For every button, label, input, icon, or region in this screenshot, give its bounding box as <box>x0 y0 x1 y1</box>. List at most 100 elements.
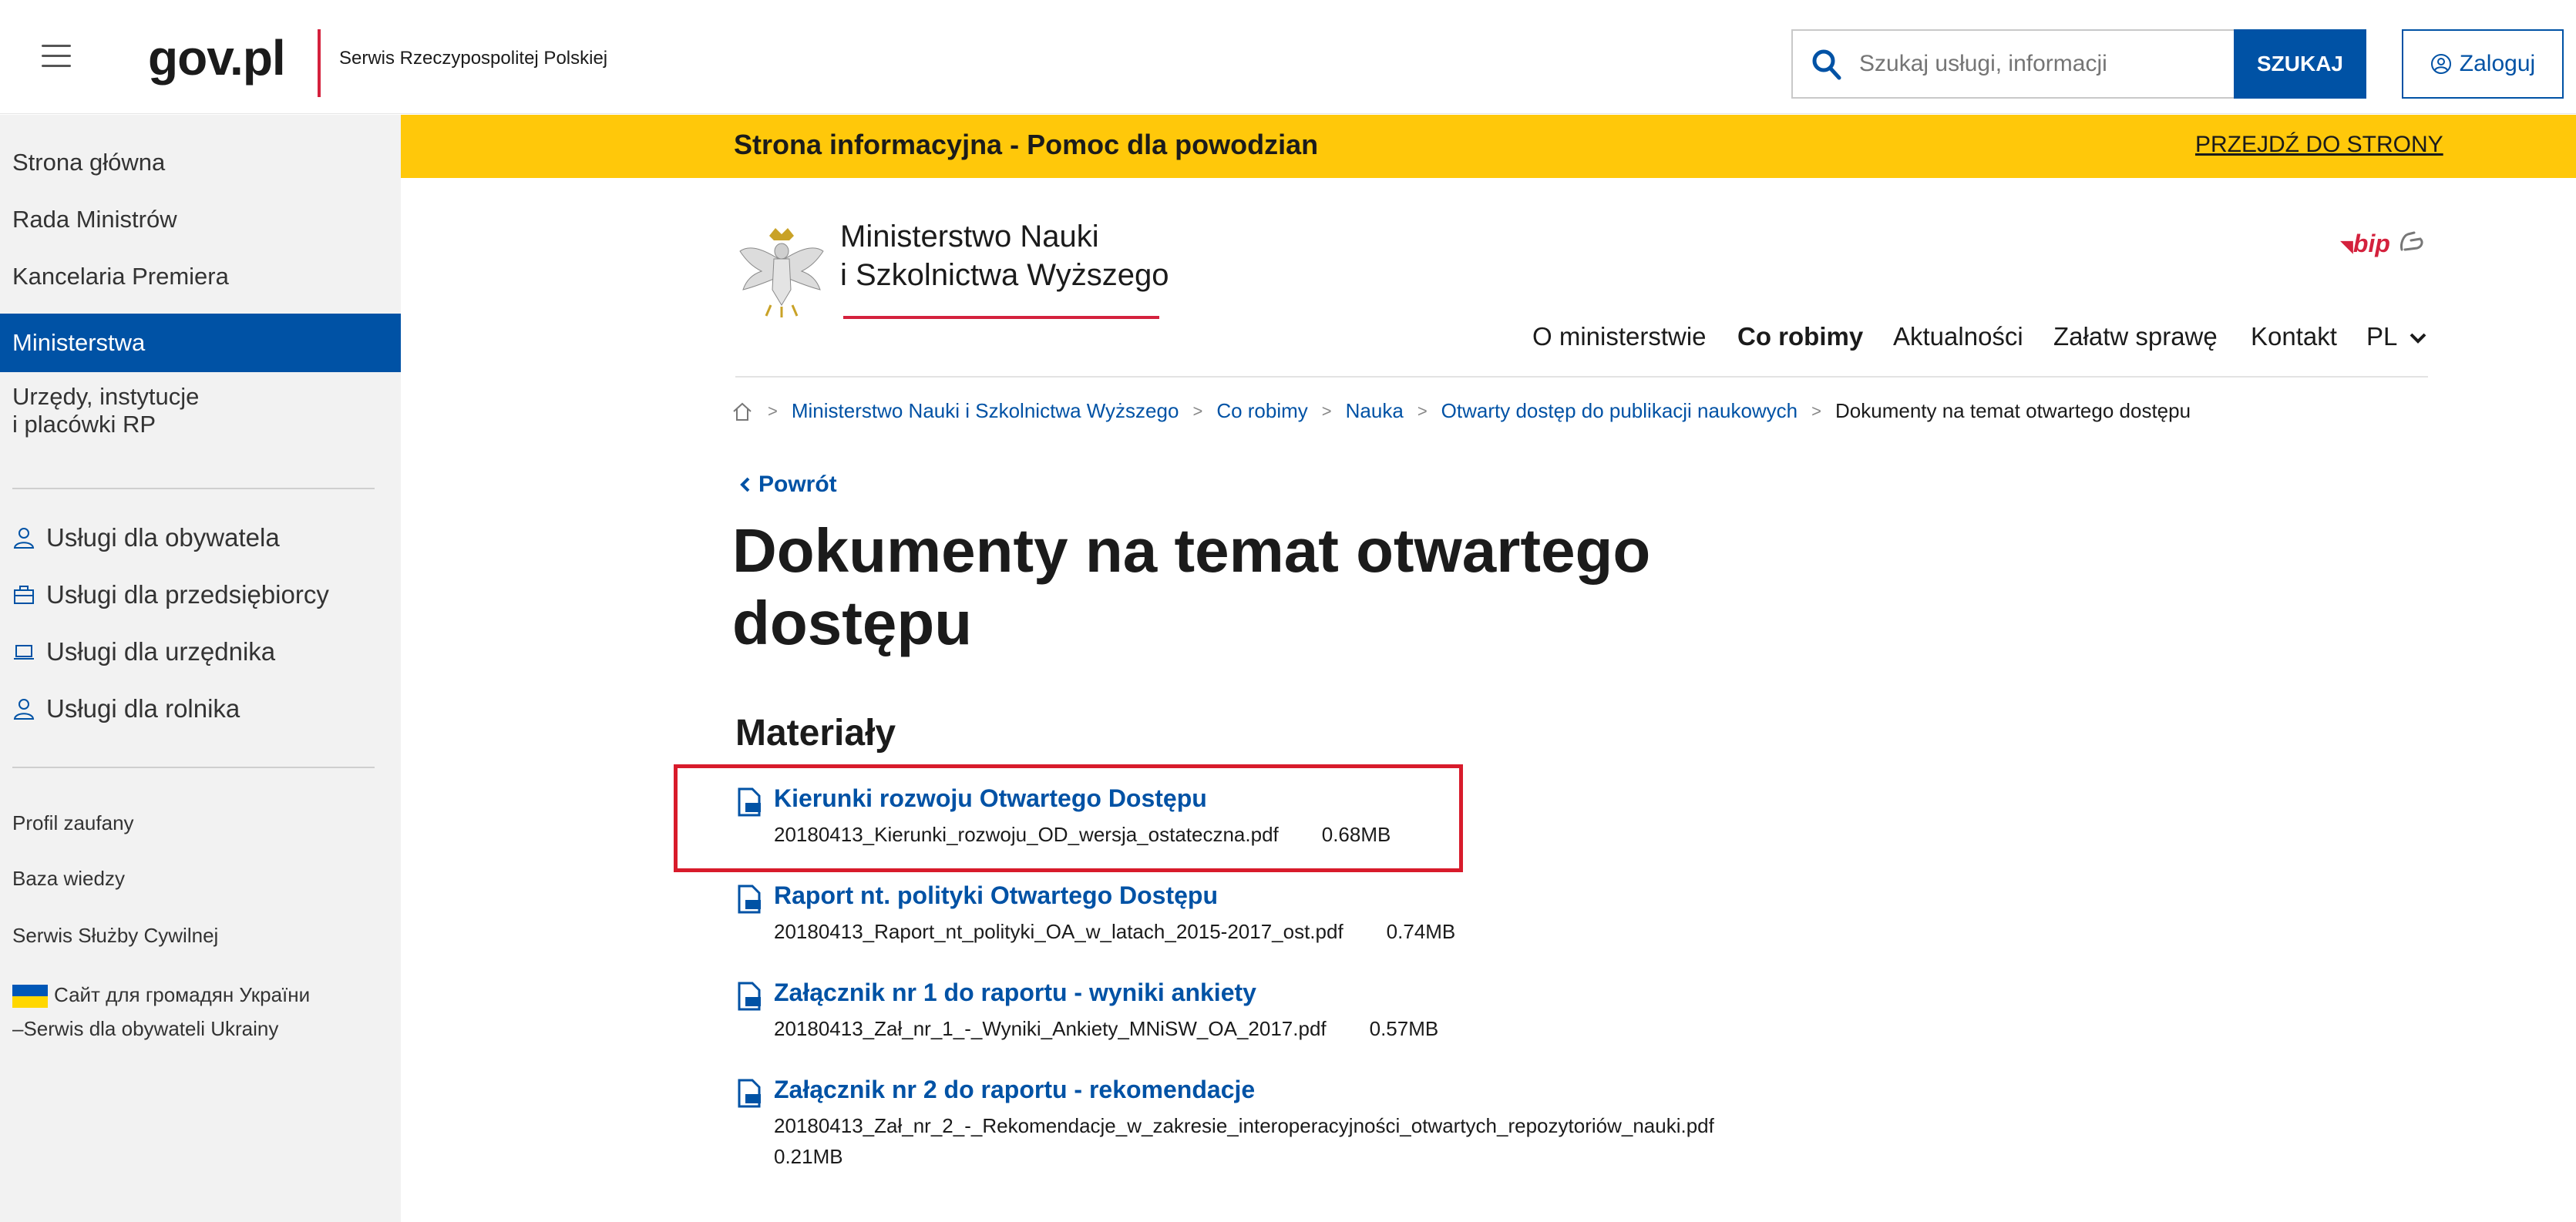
service-label: Usługi dla rolnika <box>46 694 240 723</box>
breadcrumb-separator: > <box>768 401 778 421</box>
person-icon <box>13 528 35 549</box>
breadcrumb-link[interactable]: Co robimy <box>1216 399 1307 423</box>
eagle-emblem-icon[interactable] <box>735 220 828 321</box>
file-meta: 20180413_Kierunki_rozwoju_OD_wersja_osta… <box>774 823 1391 847</box>
menu-icon[interactable] <box>42 45 71 68</box>
ministry-underline <box>843 316 1159 319</box>
sidebar-item-label: Ministerstwa <box>12 329 146 356</box>
nav-divider <box>735 376 2428 378</box>
back-link[interactable]: Powrót <box>738 472 837 498</box>
breadcrumb-separator: > <box>1811 401 1821 421</box>
file-size: 0.68MB <box>1321 823 1391 846</box>
sidebar-service-obywatel[interactable]: Usługi dla obywatela <box>12 523 280 552</box>
file-title[interactable]: Załącznik nr 2 do raportu - rekomendacje <box>774 1076 1255 1104</box>
nav-language[interactable]: PL <box>2366 322 2428 351</box>
file-size: 0.21MB <box>774 1145 843 1168</box>
breadcrumb-link[interactable]: Otwarty dostęp do publikacji naukowych <box>1441 399 1797 423</box>
sidebar-service-rolnik[interactable]: Usługi dla rolnika <box>12 694 240 723</box>
sign-language-icon[interactable] <box>2397 228 2428 254</box>
back-label: Powrót <box>758 472 837 497</box>
sidebar-divider <box>12 488 375 489</box>
ukraine-label: –Serwis dla obywateli Ukrainy <box>12 1017 279 1040</box>
sidebar-item-label: i placówki RP <box>12 411 156 438</box>
login-button[interactable]: Zaloguj <box>2402 29 2564 99</box>
breadcrumb-separator: > <box>1321 401 1332 421</box>
laptop-icon <box>14 645 34 660</box>
briefcase-icon <box>14 586 34 604</box>
search-box[interactable] <box>1791 29 2234 99</box>
document-icon <box>738 1079 761 1108</box>
info-banner: Strona informacyjna - Pomoc dla powodzia… <box>401 115 2576 178</box>
breadcrumb-link[interactable]: Nauka <box>1346 399 1404 423</box>
service-label: Usługi dla urzędnika <box>46 637 276 666</box>
bip-label: bip <box>2352 230 2390 257</box>
ministry-name-line: Ministerstwo Nauki <box>840 220 1099 253</box>
nav-aktualnosci[interactable]: Aktualności <box>1893 322 2023 351</box>
file-meta: 20180413_Raport_nt_polityki_OA_w_latach_… <box>774 920 1455 944</box>
search-icon <box>1812 49 1841 80</box>
user-circle-icon <box>2430 54 2451 74</box>
home-icon[interactable] <box>731 400 754 423</box>
nav-kontakt[interactable]: Kontakt <box>2251 322 2337 351</box>
file-title[interactable]: Załącznik nr 1 do raportu - wyniki ankie… <box>774 979 1256 1007</box>
file-name: 20180413_Zał_nr_2_-_Rekomendacje_w_zakre… <box>774 1114 1714 1137</box>
ukraine-flag-icon <box>12 985 48 1009</box>
breadcrumb-link[interactable]: Ministerstwo Nauki i Szkolnictwa Wyższeg… <box>792 399 1179 423</box>
breadcrumb: > Ministerstwo Nauki i Szkolnictwa Wyższ… <box>731 399 2191 423</box>
sidebar-divider <box>12 767 375 768</box>
sidebar-link-ukraina[interactable]: Сайт для громадян України –Serwis dla ob… <box>12 978 310 1046</box>
breadcrumb-separator: > <box>1192 401 1203 421</box>
file-name: 20180413_Zał_nr_1_-_Wyniki_Ankiety_MNiSW… <box>774 1017 1327 1040</box>
file-name: 20180413_Kierunki_rozwoju_OD_wersja_osta… <box>774 823 1279 846</box>
ministry-name[interactable]: Ministerstwo Nauki i Szkolnictwa Wyższeg… <box>840 217 1169 294</box>
sidebar-link-baza[interactable]: Baza wiedzy <box>12 867 125 891</box>
file-meta: 20180413_Zał_nr_2_-_Rekomendacje_w_zakre… <box>774 1114 1714 1138</box>
chevron-left-icon <box>740 477 750 492</box>
document-icon <box>738 982 761 1011</box>
page-title-line: Dokumenty na temat otwartego <box>732 516 1651 585</box>
ukraine-label: Сайт для громадян України <box>54 983 311 1006</box>
file-name: 20180413_Raport_nt_polityki_OA_w_latach_… <box>774 920 1343 943</box>
logo-divider <box>318 29 321 97</box>
banner-title: Strona informacyjna - Pomoc dla powodzia… <box>734 129 1319 160</box>
govpl-logo[interactable]: gov.pl <box>148 29 286 86</box>
banner-link[interactable]: PRZEJDŹ DO STRONY <box>2195 132 2443 158</box>
file-title[interactable]: Raport nt. polityki Otwartego Dostępu <box>774 881 1218 910</box>
search-button[interactable]: SZUKAJ <box>2234 29 2366 99</box>
page-title-line: dostępu <box>732 589 973 657</box>
sidebar-item-ministerstwa[interactable]: Ministerstwa <box>0 314 401 372</box>
file-meta: 20180413_Zał_nr_1_-_Wyniki_Ankiety_MNiSW… <box>774 1017 1438 1041</box>
nav-co-robimy[interactable]: Co robimy <box>1737 322 1863 351</box>
document-icon <box>738 787 761 817</box>
search-input[interactable] <box>1858 31 2228 97</box>
sidebar-service-urzednik[interactable]: Usługi dla urzędnika <box>12 637 275 666</box>
login-label: Zaloguj <box>2459 51 2536 76</box>
ministry-name-line: i Szkolnictwa Wyższego <box>840 258 1169 292</box>
file-size: 0.57MB <box>1369 1017 1439 1040</box>
nav-zalatw-sprawe[interactable]: Załatw sprawę <box>2053 322 2218 351</box>
service-label: Usługi dla obywatela <box>46 523 280 552</box>
top-header: gov.pl Serwis Rzeczypospolitej Polskiej … <box>0 0 2576 114</box>
sidebar-service-przedsiebiorca[interactable]: Usługi dla przedsiębiorcy <box>12 580 329 609</box>
file-title[interactable]: Kierunki rozwoju Otwartego Dostępu <box>774 784 1207 813</box>
chevron-down-icon <box>2410 333 2426 344</box>
sidebar-item-label: Urzędy, instytucje <box>12 383 200 410</box>
section-title: Materiały <box>735 713 896 754</box>
sidebar-item-urzedy[interactable]: Urzędy, instytucje i placówki RP <box>12 383 199 438</box>
highlight-box <box>674 764 1463 872</box>
language-label: PL <box>2366 322 2397 351</box>
document-icon <box>738 885 761 914</box>
sidebar-link-profil[interactable]: Profil zaufany <box>12 811 134 835</box>
sidebar: Strona główna Rada Ministrów Kancelaria … <box>0 115 401 1222</box>
site-subtitle: Serwis Rzeczypospolitej Polskiej <box>339 48 608 69</box>
sidebar-item-kancelaria[interactable]: Kancelaria Premiera <box>12 263 229 290</box>
page-title: Dokumenty na temat otwartego dostępu <box>732 515 1811 660</box>
sidebar-item-home[interactable]: Strona główna <box>12 149 165 176</box>
nav-o-ministerstwie[interactable]: O ministerstwie <box>1532 322 1707 351</box>
file-size: 0.74MB <box>1386 920 1456 943</box>
service-label: Usługi dla przedsiębiorcy <box>46 580 329 609</box>
bip-link[interactable]: ◥bip <box>2340 230 2390 258</box>
sidebar-item-rada[interactable]: Rada Ministrów <box>12 206 177 233</box>
breadcrumb-separator: > <box>1417 401 1428 421</box>
sidebar-link-sluzba[interactable]: Serwis Służby Cywilnej <box>12 924 218 948</box>
